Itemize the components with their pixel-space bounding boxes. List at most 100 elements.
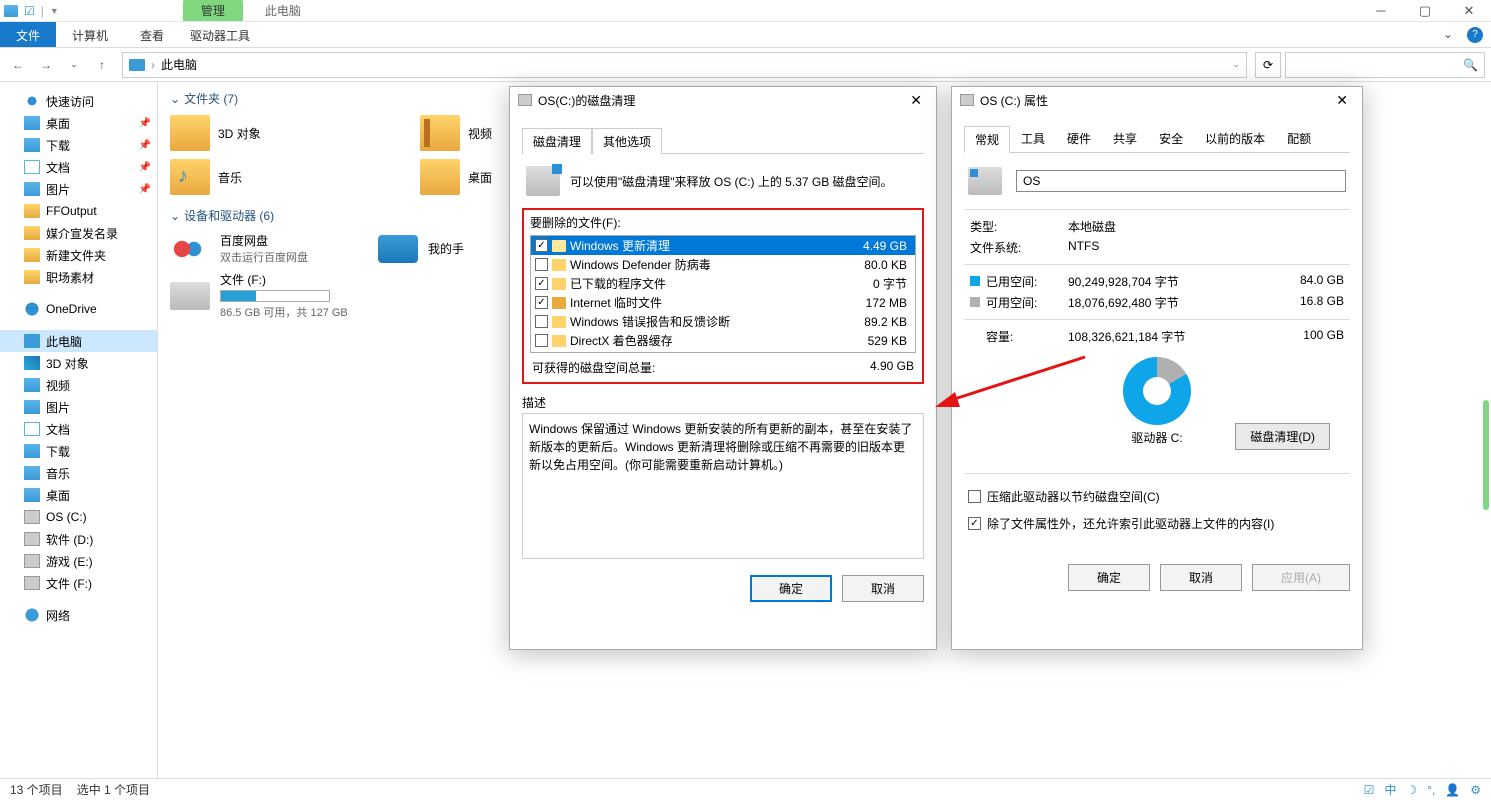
prop-tab-general[interactable]: 常规	[964, 126, 1010, 153]
address-bar[interactable]: › 此电脑 ⌄	[122, 52, 1247, 78]
checkbox[interactable]	[535, 277, 548, 290]
prop-ok-button[interactable]: 确定	[1068, 564, 1150, 591]
sidebar-drive-d[interactable]: 软件 (D:)	[0, 528, 157, 550]
drive-name-input[interactable]	[1016, 170, 1346, 192]
qat-check-icon[interactable]: ☑	[24, 4, 35, 18]
close-button[interactable]: ✕	[1447, 0, 1491, 22]
sidebar-desktop[interactable]: 桌面📌	[0, 112, 157, 134]
ribbon-drive-tools[interactable]: 驱动器工具	[180, 22, 260, 47]
minimize-button[interactable]: ─	[1359, 0, 1403, 22]
usage-bar	[220, 290, 330, 302]
maximize-button[interactable]: ▢	[1403, 0, 1447, 22]
sidebar-network[interactable]: 网络	[0, 604, 157, 626]
checkbox[interactable]	[535, 239, 548, 252]
tray-ime-icon[interactable]: 中	[1384, 781, 1396, 798]
addr-dropdown-icon[interactable]: ⌄	[1232, 59, 1240, 70]
checkbox[interactable]	[535, 258, 548, 271]
status-items: 13 个项目	[10, 781, 63, 798]
dc-item-downloaded[interactable]: 已下载的程序文件0 字节	[531, 274, 915, 293]
dc-item-winupdate[interactable]: Windows 更新清理4.49 GB	[531, 236, 915, 255]
checkbox[interactable]	[535, 334, 548, 347]
dc-close-button[interactable]: ✕	[904, 92, 928, 109]
dc-tab-other[interactable]: 其他选项	[592, 128, 662, 154]
sidebar-downloads2[interactable]: 下载	[0, 440, 157, 462]
sidebar-documents2[interactable]: 文档	[0, 418, 157, 440]
dc-item-directx[interactable]: DirectX 着色器缓存529 KB	[531, 331, 915, 350]
ribbon-computer[interactable]: 计算机	[56, 22, 124, 47]
help-icon[interactable]: ?	[1467, 27, 1483, 43]
dc-tab-cleanup[interactable]: 磁盘清理	[522, 128, 592, 154]
disk-cleanup-button[interactable]: 磁盘清理(D)	[1235, 423, 1330, 450]
prop-tab-previous[interactable]: 以前的版本	[1194, 125, 1276, 152]
tray-gear-icon[interactable]: ⚙	[1470, 783, 1481, 797]
sidebar-desktop2[interactable]: 桌面	[0, 484, 157, 506]
scroll-indicator	[1483, 400, 1489, 510]
nav-recent-icon[interactable]: ⌄	[62, 53, 86, 77]
folder-3dobjects[interactable]: 3D 对象	[170, 115, 350, 151]
sidebar-videos[interactable]: 视频	[0, 374, 157, 396]
dc-item-internet[interactable]: Internet 临时文件172 MB	[531, 293, 915, 312]
context-tab-manage[interactable]: 管理	[183, 0, 243, 21]
properties-dialog: OS (C:) 属性 ✕ 常规 工具 硬件 共享 安全 以前的版本 配额 类型:…	[951, 86, 1363, 650]
prop-tab-sharing[interactable]: 共享	[1102, 125, 1148, 152]
sidebar-music[interactable]: 音乐	[0, 462, 157, 484]
dc-total-value: 4.90 GB	[870, 359, 914, 376]
dc-desc-header: 描述	[522, 394, 924, 411]
tray-comma-icon[interactable]: °,	[1427, 783, 1435, 797]
prop-apply-button[interactable]: 应用(A)	[1252, 564, 1350, 591]
search-input[interactable]: 🔍	[1285, 52, 1485, 78]
prop-tab-security[interactable]: 安全	[1148, 125, 1194, 152]
sidebar-drive-f[interactable]: 文件 (F:)	[0, 572, 157, 594]
sidebar-downloads[interactable]: 下载📌	[0, 134, 157, 156]
dc-cancel-button[interactable]: 取消	[842, 575, 924, 602]
dc-ok-button[interactable]: 确定	[750, 575, 832, 602]
nav-up-button[interactable]: ↑	[90, 53, 114, 77]
sidebar-pictures[interactable]: 图片📌	[0, 178, 157, 200]
device-baidu[interactable]: 百度网盘双击运行百度网盘	[170, 232, 308, 265]
breadcrumb-sep: ›	[151, 58, 155, 72]
highlight-box: 要删除的文件(F): Windows 更新清理4.49 GB Windows D…	[522, 208, 924, 384]
index-checkbox[interactable]: 除了文件属性外，还允许索引此驱动器上文件的内容(I)	[968, 515, 1346, 532]
nav-back-button[interactable]: ←	[6, 53, 30, 77]
sidebar-media[interactable]: 媒介宣发名录	[0, 222, 157, 244]
tray-user-icon[interactable]: 👤	[1445, 783, 1460, 797]
prop-title: OS (C:) 属性	[980, 92, 1048, 109]
sidebar-workplace[interactable]: 职场素材	[0, 266, 157, 288]
device-phone[interactable]: 我的手	[378, 232, 464, 265]
drive-large-icon	[968, 167, 1002, 195]
tray-checkbox-icon[interactable]: ☑	[1364, 783, 1375, 797]
sidebar-thispc[interactable]: 此电脑	[0, 330, 157, 352]
phone-icon	[378, 235, 418, 263]
ribbon-file[interactable]: 文件	[0, 22, 56, 47]
prop-tab-quota[interactable]: 配额	[1276, 125, 1322, 152]
sidebar-quick-access[interactable]: 快速访问	[0, 90, 157, 112]
nav-forward-button[interactable]: →	[34, 53, 58, 77]
sidebar-pictures2[interactable]: 图片	[0, 396, 157, 418]
breadcrumb-thispc[interactable]: 此电脑	[161, 56, 197, 73]
prop-close-button[interactable]: ✕	[1330, 92, 1354, 109]
sidebar-documents[interactable]: 文档📌	[0, 156, 157, 178]
sidebar-drive-c[interactable]: OS (C:)	[0, 506, 157, 528]
ribbon-expand-icon[interactable]: ⌄	[1433, 22, 1463, 47]
sidebar-drive-e[interactable]: 游戏 (E:)	[0, 550, 157, 572]
sidebar-newfolder[interactable]: 新建文件夹	[0, 244, 157, 266]
compress-checkbox[interactable]: 压缩此驱动器以节约磁盘空间(C)	[968, 488, 1346, 505]
checkbox[interactable]	[535, 296, 548, 309]
dc-file-list[interactable]: Windows 更新清理4.49 GB Windows Defender 防病毒…	[530, 235, 916, 353]
refresh-button[interactable]: ⟳	[1255, 52, 1281, 78]
prop-tab-hardware[interactable]: 硬件	[1056, 125, 1102, 152]
ribbon-view[interactable]: 查看	[124, 22, 180, 47]
qat-dropdown-icon[interactable]: ▼	[50, 6, 59, 16]
status-selected: 选中 1 个项目	[77, 781, 150, 798]
sidebar-onedrive[interactable]: OneDrive	[0, 298, 157, 320]
folder-music[interactable]: 音乐	[170, 159, 350, 195]
checkbox[interactable]	[535, 315, 548, 328]
tray-moon-icon[interactable]: ☽	[1406, 783, 1417, 797]
dc-item-defender[interactable]: Windows Defender 防病毒80.0 KB	[531, 255, 915, 274]
sidebar-ffoutput[interactable]: FFOutput	[0, 200, 157, 222]
sidebar-3dobjects[interactable]: 3D 对象	[0, 352, 157, 374]
baidu-icon	[170, 235, 210, 263]
prop-tab-tools[interactable]: 工具	[1010, 125, 1056, 152]
prop-cancel-button[interactable]: 取消	[1160, 564, 1242, 591]
dc-item-errorreport[interactable]: Windows 错误报告和反馈诊断89.2 KB	[531, 312, 915, 331]
